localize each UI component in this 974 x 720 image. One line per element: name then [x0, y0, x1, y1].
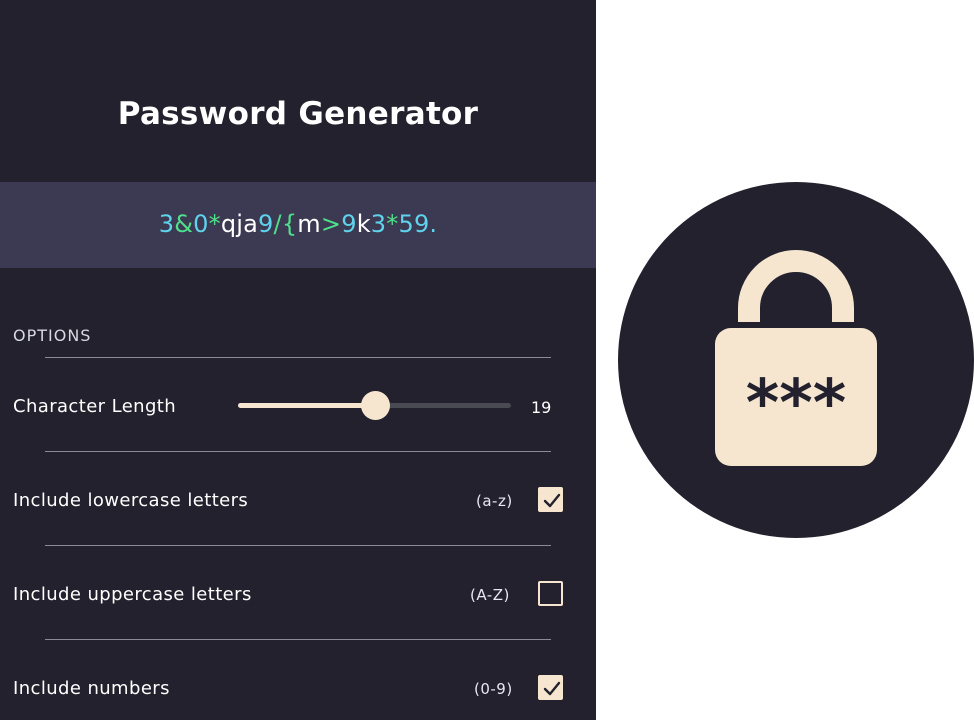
uppercase-hint: (A-Z) [470, 586, 510, 604]
uppercase-label: Include uppercase letters [13, 584, 252, 605]
numbers-label: Include numbers [13, 678, 170, 699]
divider [45, 451, 551, 452]
character-length-value: 19 [531, 398, 552, 417]
password-segment: 3 [158, 210, 175, 238]
padlock-icon: *** [715, 250, 877, 466]
checkmark-icon [543, 493, 561, 508]
options-heading: OPTIONS [13, 326, 92, 345]
divider [45, 357, 551, 358]
lowercase-checkbox[interactable] [538, 487, 563, 512]
generated-password[interactable]: 3&0*qja9/{m>9k3*59. [0, 210, 596, 238]
numbers-checkbox[interactable] [538, 675, 563, 700]
password-segment: 3 [370, 210, 387, 238]
password-segment: 59. [398, 210, 438, 238]
password-generator-panel: Password Generator 3&0*qja9/{m>9k3*59. O… [0, 0, 596, 720]
password-segment: 0 [193, 210, 209, 238]
numbers-hint: (0-9) [474, 680, 513, 698]
uppercase-checkbox[interactable] [538, 581, 563, 606]
page-title: Password Generator [117, 96, 479, 132]
password-segment: 9 [258, 210, 274, 238]
divider [45, 545, 551, 546]
password-segment: & [174, 210, 194, 238]
lock-illustration: *** [618, 182, 974, 538]
password-segment: * [386, 210, 399, 238]
character-length-slider[interactable] [238, 391, 511, 420]
lowercase-hint: (a-z) [476, 492, 513, 510]
password-segment: qja [220, 210, 259, 238]
character-length-label: Character Length [13, 396, 177, 417]
password-segment: m [297, 210, 321, 238]
masked-password-text: *** [746, 367, 846, 441]
checkmark-icon [543, 681, 561, 696]
password-segment: > [320, 210, 342, 238]
slider-thumb[interactable] [361, 391, 390, 420]
lowercase-label: Include lowercase letters [13, 490, 249, 511]
slider-fill [238, 403, 375, 408]
password-segment: * [208, 210, 221, 238]
password-display[interactable]: 3&0*qja9/{m>9k3*59. [0, 182, 596, 268]
password-segment: k [356, 210, 371, 238]
password-segment: /{ [273, 210, 298, 238]
divider [45, 639, 551, 640]
password-segment: 9 [341, 210, 357, 238]
